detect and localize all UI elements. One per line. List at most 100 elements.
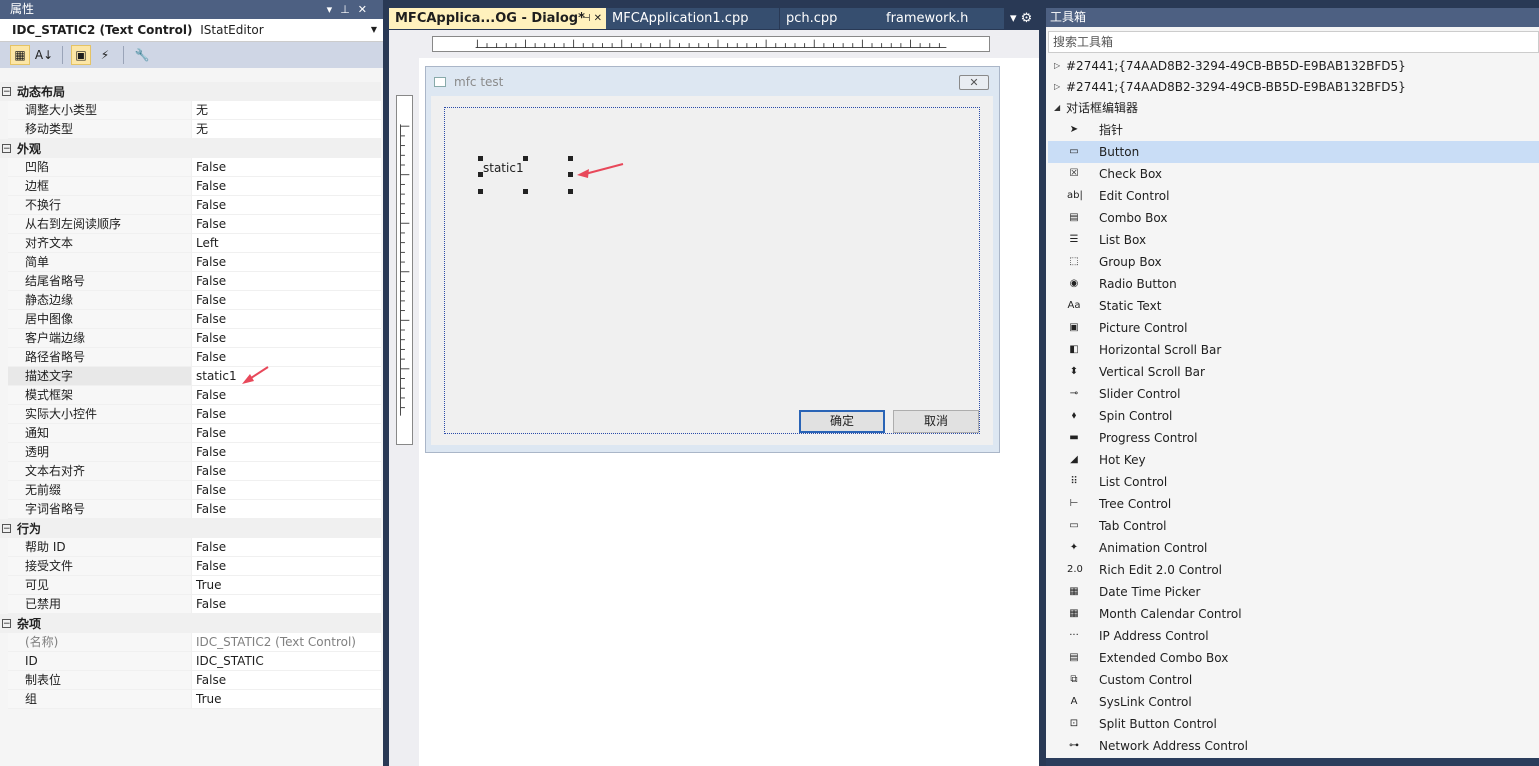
property-value[interactable]: False (192, 196, 381, 214)
property-row[interactable]: 简单 False (8, 253, 381, 272)
toolbox-item[interactable]: Aa Static Text (1048, 295, 1539, 317)
collapse-icon[interactable]: − (2, 144, 11, 154)
property-value[interactable]: False (192, 215, 381, 233)
property-row[interactable]: 组 True (8, 690, 381, 709)
wrench-icon[interactable]: 🔧 (132, 45, 152, 65)
horizontal-ruler[interactable] (432, 36, 990, 52)
properties-icon[interactable]: ▣ (71, 45, 91, 65)
toolbox-item[interactable]: ✦ Animation Control (1048, 537, 1539, 559)
property-value[interactable]: True (192, 576, 381, 594)
toolbox-item[interactable]: ▭ Button (1048, 141, 1539, 163)
ok-button[interactable]: 确定 (799, 410, 885, 433)
property-row[interactable]: 移动类型无 (8, 120, 381, 139)
alphabetical-icon[interactable]: A↓ (34, 45, 54, 65)
property-value[interactable]: False (192, 291, 381, 309)
property-value[interactable]: False (192, 443, 381, 461)
property-row[interactable]: 不换行 False (8, 196, 381, 215)
collapse-icon[interactable]: − (2, 619, 11, 629)
property-row[interactable]: 透明 False (8, 443, 381, 462)
chevron-down-icon[interactable]: ▼ (371, 19, 377, 41)
toolbox-item[interactable]: ➤ 指针 (1048, 119, 1539, 141)
resize-handle[interactable] (478, 189, 483, 194)
toolbox-item[interactable]: ⊸ Slider Control (1048, 383, 1539, 405)
property-value[interactable]: 无 (192, 101, 381, 119)
property-value[interactable]: static1 (192, 367, 381, 385)
property-row[interactable]: 字词省略号 False (8, 500, 381, 519)
property-row[interactable]: 描述文字 static1 (8, 367, 381, 386)
property-row[interactable]: 对齐文本 Left (8, 234, 381, 253)
toolbox-item[interactable]: ⊢ Tree Control (1048, 493, 1539, 515)
property-value[interactable]: IDC_STATIC (192, 652, 381, 670)
close-icon[interactable]: ✕ (358, 3, 375, 16)
property-category[interactable]: − 杂项 (0, 614, 381, 633)
property-value[interactable]: False (192, 481, 381, 499)
property-value[interactable]: False (192, 253, 381, 271)
toolbox-item[interactable]: ◧ Horizontal Scroll Bar (1048, 339, 1539, 361)
toolbox-group[interactable]: ▷ #27441;{74AAD8B2-3294-49CB-BB5D-E9BAB13… (1048, 76, 1539, 98)
cancel-button[interactable]: 取消 (893, 410, 979, 433)
property-row[interactable]: 凹陷 False (8, 158, 381, 177)
property-value[interactable]: True (192, 690, 381, 708)
collapse-icon[interactable]: − (2, 524, 11, 534)
tab-mfcapplication1-cpp[interactable]: MFCApplication1.cpp (606, 8, 779, 29)
resize-handle[interactable] (523, 156, 528, 161)
property-row[interactable]: (名称) IDC_STATIC2 (Text Control) (8, 633, 381, 652)
toolbox-item[interactable]: ☰ List Box (1048, 229, 1539, 251)
resize-handle[interactable] (478, 156, 483, 161)
toolbox-item[interactable]: ▦ Month Calendar Control (1048, 603, 1539, 625)
resize-handle[interactable] (568, 156, 573, 161)
pin-icon[interactable]: ⊥ (340, 3, 358, 16)
toolbox-item[interactable]: ⬧ Spin Control (1048, 405, 1539, 427)
object-selector[interactable]: IDC_STATIC2 (Text Control) IStatEditor ▼ (0, 19, 383, 42)
toolbox-item[interactable]: ⬍ Vertical Scroll Bar (1048, 361, 1539, 383)
toolbox-item[interactable]: ▤ Extended Combo Box (1048, 647, 1539, 669)
property-value[interactable]: False (192, 158, 381, 176)
property-value[interactable]: False (192, 538, 381, 556)
toolbox-item[interactable]: ▬ Progress Control (1048, 427, 1539, 449)
property-row[interactable]: 调整大小类型无 (8, 101, 381, 120)
property-category[interactable]: − 行为 (0, 519, 381, 538)
property-value[interactable]: False (192, 405, 381, 423)
toolbox-item[interactable]: ▦ Date Time Picker (1048, 581, 1539, 603)
property-row[interactable]: 静态边缘 False (8, 291, 381, 310)
expand-icon[interactable]: ▷ (1054, 76, 1060, 98)
property-row[interactable]: 帮助 ID False (8, 538, 381, 557)
static-text-control[interactable]: static1 (483, 161, 524, 175)
property-row[interactable]: 实际大小控件 False (8, 405, 381, 424)
property-row[interactable]: 已禁用 False (8, 595, 381, 614)
property-value[interactable]: False (192, 671, 381, 689)
resize-handle[interactable] (568, 189, 573, 194)
property-row[interactable]: 结尾省略号 False (8, 272, 381, 291)
property-value[interactable]: False (192, 348, 381, 366)
toolbox-group[interactable]: ▷ #27441;{74AAD8B2-3294-49CB-BB5D-E9BAB13… (1048, 55, 1539, 77)
pin-icon[interactable]: ⊣ ✕ (582, 8, 602, 29)
property-value[interactable]: 无 (192, 120, 381, 138)
toolbox-item[interactable]: ⊶ Network Address Control (1048, 735, 1539, 757)
close-button[interactable]: ✕ (959, 75, 989, 90)
property-row[interactable]: 路径省略号 False (8, 348, 381, 367)
toolbox-item[interactable]: ▭ Tab Control (1048, 515, 1539, 537)
property-row[interactable]: 接受文件 False (8, 557, 381, 576)
categorized-icon[interactable]: ▦ (10, 45, 30, 65)
resize-handle[interactable] (523, 189, 528, 194)
toolbox-item[interactable]: ⊡ Split Button Control (1048, 713, 1539, 735)
property-value[interactable]: False (192, 500, 381, 518)
property-value[interactable]: False (192, 462, 381, 480)
property-value[interactable]: False (192, 329, 381, 347)
toolbox-item[interactable]: ⧉ Custom Control (1048, 669, 1539, 691)
property-row[interactable]: 边框 False (8, 177, 381, 196)
toolbox-item[interactable]: ⠿ List Control (1048, 471, 1539, 493)
toolbox-item[interactable]: ◉ Radio Button (1048, 273, 1539, 295)
property-value[interactable]: False (192, 557, 381, 575)
tab-pch-cpp[interactable]: pch.cpp (780, 8, 880, 29)
toolbox-item[interactable]: ▣ Picture Control (1048, 317, 1539, 339)
toolbox-section[interactable]: ◢ 对话框编辑器 (1048, 97, 1539, 119)
property-category[interactable]: − 动态布局 (0, 82, 381, 101)
property-value[interactable]: False (192, 177, 381, 195)
property-row[interactable]: 居中图像 False (8, 310, 381, 329)
expand-icon[interactable]: ▷ (1054, 55, 1060, 77)
tab-dialog[interactable]: MFCApplica...OG - Dialog* ⊣ ✕ (389, 8, 606, 29)
property-row[interactable]: 文本右对齐 False (8, 462, 381, 481)
toolbox-item[interactable]: ab| Edit Control (1048, 185, 1539, 207)
events-icon[interactable]: ⚡ (95, 45, 115, 65)
